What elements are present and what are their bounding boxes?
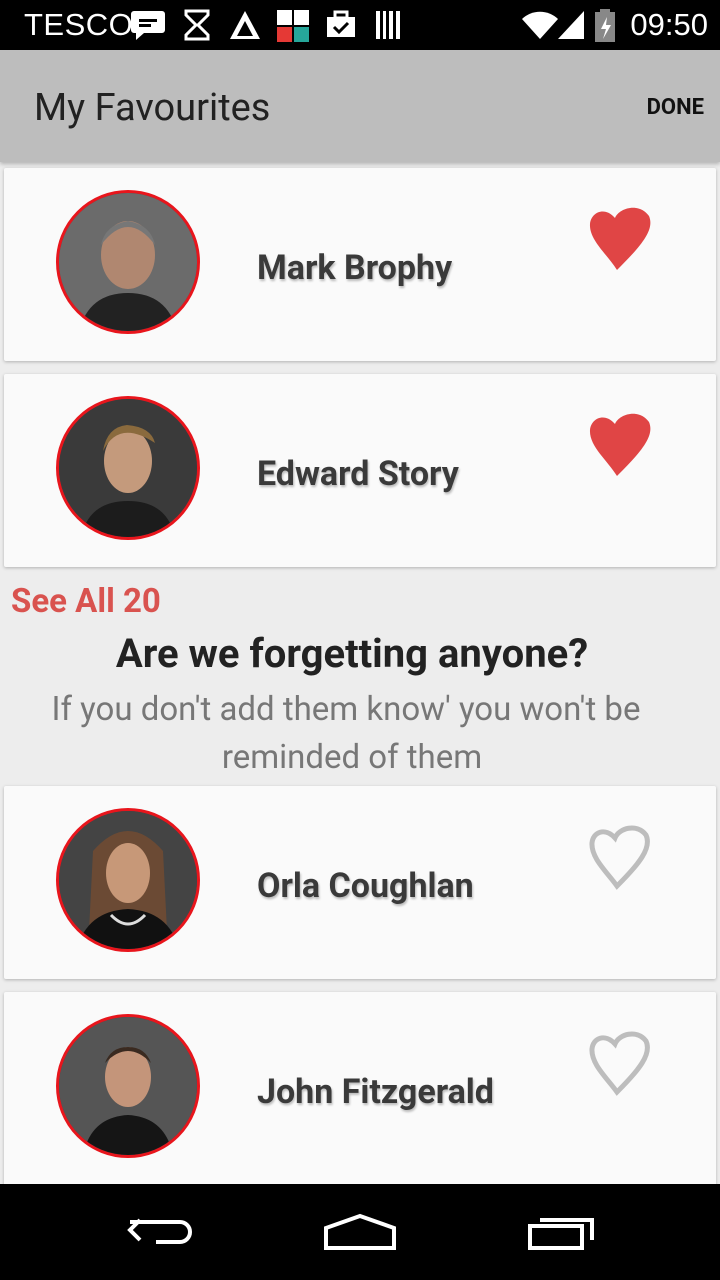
chat-icon — [131, 11, 165, 40]
barcode-icon — [376, 11, 400, 39]
prompt-subtitle-line2: reminded of them — [221, 738, 483, 777]
favourite-card[interactable]: Edward Story — [4, 374, 716, 567]
avatar — [56, 808, 200, 952]
heart-outline-icon[interactable] — [587, 822, 653, 892]
page-title: My Favourites — [34, 86, 271, 130]
heart-filled-icon[interactable] — [587, 410, 653, 480]
suggestion-card[interactable]: Orla Coughlan — [4, 786, 716, 979]
back-icon[interactable] — [126, 1214, 194, 1250]
see-all-link[interactable]: See All 20 — [11, 582, 161, 621]
suggestion-card[interactable]: John Fitzgerald — [4, 992, 716, 1192]
person-name: John Fitzgerald — [257, 1072, 494, 1112]
prompt-title: Are we forgetting anyone? — [115, 630, 589, 677]
carrier-label: TESCO — [24, 7, 134, 42]
person-name: Edward Story — [257, 454, 459, 494]
favourite-card[interactable]: Mark Brophy — [4, 168, 716, 361]
hourglass-icon — [184, 9, 210, 41]
person-name: Orla Coughlan — [257, 866, 474, 906]
prompt-subtitle-line1: If you don't add them know' you won't be — [51, 690, 641, 729]
home-icon[interactable] — [322, 1212, 398, 1252]
navigation-bar — [0, 1184, 720, 1280]
avatar — [56, 396, 200, 540]
battery-icon — [595, 9, 615, 42]
triangle-app-icon — [230, 11, 260, 39]
game-icon — [277, 10, 309, 42]
signal-icon — [558, 11, 584, 39]
wifi-icon — [522, 11, 558, 39]
avatar — [56, 1014, 200, 1158]
done-button[interactable]: DONE — [647, 95, 704, 120]
briefcase-icon — [327, 10, 355, 37]
avatar — [56, 190, 200, 334]
person-name: Mark Brophy — [257, 248, 453, 288]
heart-filled-icon[interactable] — [587, 204, 653, 274]
status-bar: TESCO 09:50 — [0, 0, 720, 50]
heart-outline-icon[interactable] — [587, 1028, 653, 1098]
clock: 09:50 — [630, 7, 708, 42]
recent-apps-icon[interactable] — [526, 1212, 598, 1252]
app-bar: My Favourites DONE — [0, 50, 720, 162]
